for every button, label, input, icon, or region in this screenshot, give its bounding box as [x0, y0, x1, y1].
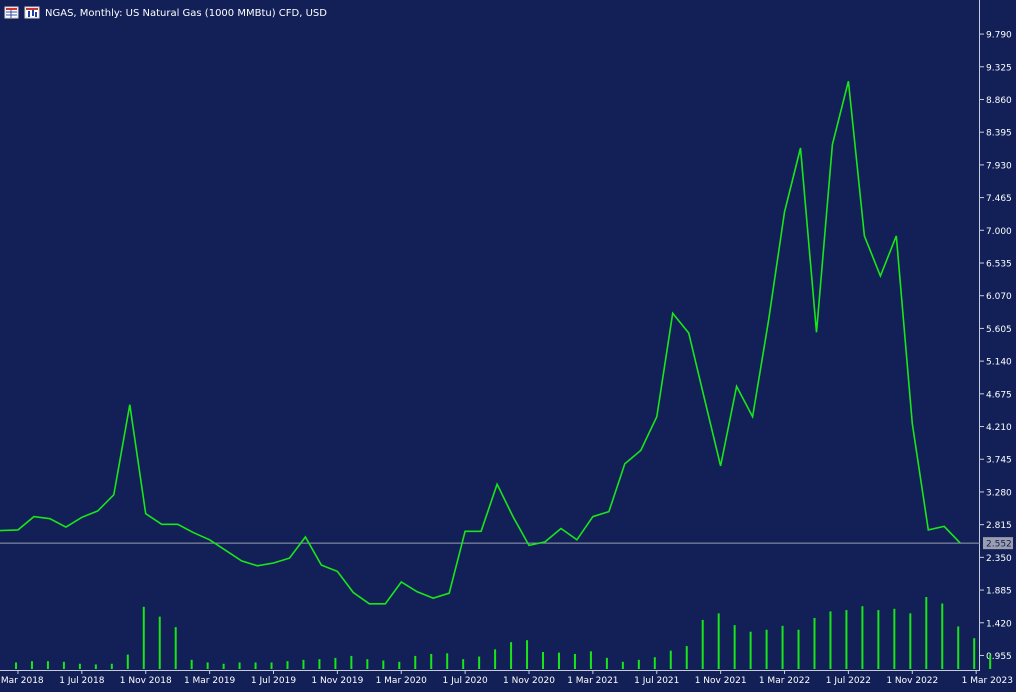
- time-tick-label: 1 Mar 2022: [759, 676, 810, 686]
- chart-window[interactable]: NGAS, Monthly: US Natural Gas (1000 MMBt…: [0, 0, 1016, 688]
- price-tick-label: 8.860: [986, 96, 1012, 106]
- price-chart[interactable]: NGAS, Monthly: US Natural Gas (1000 MMBt…: [0, 0, 1016, 688]
- price-tick-label: 2.815: [986, 521, 1012, 531]
- time-tick-label: 1 Mar 2023: [962, 676, 1013, 686]
- chart-title: NGAS, Monthly: US Natural Gas (1000 MMBt…: [45, 8, 327, 19]
- price-tick-label: 5.140: [986, 358, 1012, 368]
- time-tick-label: 1 Nov 2020: [503, 676, 555, 686]
- time-tick-label: 1 Mar 2020: [376, 676, 428, 686]
- time-tick-label: 1 Jul 2022: [826, 676, 871, 686]
- time-tick-label: 1 Jul 2021: [634, 676, 679, 686]
- chart-background: [0, 0, 1016, 688]
- price-tick-label: 9.325: [986, 63, 1012, 73]
- time-tick-label: 1 Nov 2018: [120, 676, 172, 686]
- price-tick-label: 5.605: [986, 325, 1012, 335]
- current-price-label: 2.552: [983, 537, 1013, 550]
- price-tick-label: 7.465: [986, 194, 1012, 204]
- price-tick-label: 1.420: [986, 619, 1012, 629]
- price-tick-label: 3.745: [986, 456, 1012, 466]
- time-tick-label: 1 Mar 2018: [0, 676, 44, 686]
- time-tick-label: 1 Nov 2021: [695, 676, 747, 686]
- price-tick-label: 7.930: [986, 161, 1012, 171]
- price-tick-label: 6.070: [986, 292, 1012, 302]
- price-tick-label: 3.280: [986, 488, 1012, 498]
- time-tick-label: 1 Nov 2019: [311, 676, 363, 686]
- price-tick-label: 2.350: [986, 554, 1012, 564]
- price-tick-label: 7.000: [986, 227, 1012, 237]
- time-tick-label: 1 Nov 2022: [886, 676, 938, 686]
- price-tick-label: 4.675: [986, 390, 1012, 400]
- price-tick-label: 9.790: [986, 31, 1012, 41]
- time-tick-label: 1 Jul 2018: [59, 676, 104, 686]
- price-tick-label: 4.210: [986, 423, 1012, 433]
- current-price-value: 2.552: [986, 540, 1012, 550]
- price-tick-label: 6.535: [986, 260, 1012, 270]
- price-tick-label: 1.885: [986, 587, 1012, 597]
- price-tick-label: 8.395: [986, 129, 1012, 139]
- chart-type-icon[interactable]: [24, 6, 40, 19]
- time-tick-label: 1 Mar 2021: [567, 676, 618, 686]
- time-tick-label: 1 Jul 2020: [443, 676, 488, 686]
- table-icon[interactable]: [4, 6, 19, 19]
- time-tick-label: 1 Mar 2019: [184, 676, 236, 686]
- time-tick-label: 1 Jul 2019: [251, 676, 296, 686]
